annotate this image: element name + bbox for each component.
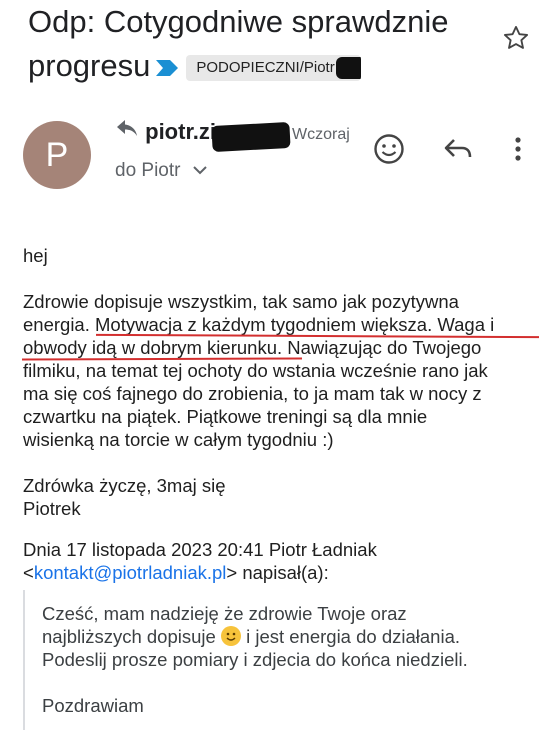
avatar[interactable]: P: [23, 121, 91, 189]
label-arrow-icon: [154, 46, 180, 90]
quoted-line: najbliższych dopisuje i jest energia do …: [42, 625, 542, 648]
star-icon: [503, 25, 529, 49]
email-link[interactable]: kontakt@piotrladniak.pl: [34, 562, 227, 583]
more-vert-icon: [515, 137, 521, 161]
reply-header-line: <kontakt@piotrladniak.pl> napisał(a):: [23, 561, 538, 584]
subject-line-1: Odp: Cotygodniwe sprawdznie: [28, 4, 449, 39]
email-subject: Odp: Cotygodniwe sprawdznie progresu PODO…: [28, 0, 498, 90]
subject-line-2: progresu: [28, 48, 151, 83]
quoted-message: Cześć, mam nadzieję że zdrowie Twoje ora…: [42, 602, 542, 717]
avatar-letter: P: [45, 136, 69, 174]
emoji-reaction-button[interactable]: [371, 131, 407, 167]
reply-icon: [444, 139, 472, 158]
smiley-emoji-icon: [220, 626, 241, 646]
sender-name[interactable]: piotr.zi: [145, 119, 216, 144]
reply-header-line: Dnia 17 listopada 2023 20:41 Piotr Ładni…: [23, 539, 377, 560]
message-paragraph: Zdrowie dopisuje wszystkim, tak samo jak…: [23, 290, 538, 451]
more-options-button[interactable]: [500, 131, 536, 167]
body-line: Zdrowie dopisuje wszystkim, tak samo jak…: [23, 291, 459, 312]
body-line: obwody idą w dobrym kierunku. Nawiązując…: [23, 336, 538, 359]
chevron-down-icon: [193, 166, 207, 175]
quoted-line: Pozdrawiam: [42, 695, 144, 716]
quoted-line: Cześć, mam nadzieję że zdrowie Twoje ora…: [42, 603, 407, 624]
star-button[interactable]: [502, 24, 530, 57]
quoted-spacer: [42, 671, 542, 694]
reply-header: Dnia 17 listopada 2023 20:41 Piotr Ładni…: [23, 538, 538, 584]
sender-row: piotr.zi: [115, 117, 216, 147]
label-chip[interactable]: PODOPIECZNI/Piotr Zi: [186, 54, 362, 81]
timestamp: Wczoraj: [292, 126, 350, 143]
reply-header-suffix: > napisał(a):: [226, 562, 329, 583]
label-chip-text: PODOPIECZNI/Piotr Zi: [196, 58, 352, 76]
bracket-open: <: [23, 562, 34, 583]
underlined-text: Motywacja z każdym tygodniem większa. Wa…: [95, 314, 495, 335]
quoted-text-segment: najbliższych dopisuje: [42, 626, 221, 647]
body-line: energia. Motywacja z każdym tygodniem wi…: [23, 313, 538, 336]
quoted-text-segment: i jest energia do działania.: [240, 626, 460, 647]
body-line: czwartku na piątek. Piątkowe treningi są…: [23, 406, 428, 427]
reply-button[interactable]: [440, 131, 476, 167]
recipient-row[interactable]: do Piotr: [115, 160, 208, 182]
recipient-label: do Piotr: [115, 160, 181, 181]
body-text-segment: Nawiązując do Twojego: [282, 337, 482, 358]
redaction-mark: [336, 56, 362, 79]
quoted-line: Podeslij prosze pomiary i zdjecia do koń…: [42, 649, 468, 670]
underlined-text: obwody idą w dobrym kierunku.: [23, 337, 283, 358]
greeting: hej: [23, 245, 48, 266]
replied-icon: [117, 120, 137, 136]
body-line: filmiku, na temat tej ochoty do wstania …: [23, 360, 488, 381]
signature: Piotrek: [23, 498, 81, 519]
body-line: wisienką na torcie w całym tygodniu :): [23, 429, 334, 450]
emoji-reaction-icon: [374, 134, 404, 164]
body-text-segment: energia.: [23, 314, 95, 335]
redaction-mark: [211, 121, 291, 153]
closing: Zdrówka życzę, 3maj się: [23, 475, 226, 496]
body-line: ma się coś fajnego do zrobienia, to ja m…: [23, 383, 482, 404]
closing-block: Zdrówka życzę, 3maj się Piotrek: [23, 474, 538, 520]
